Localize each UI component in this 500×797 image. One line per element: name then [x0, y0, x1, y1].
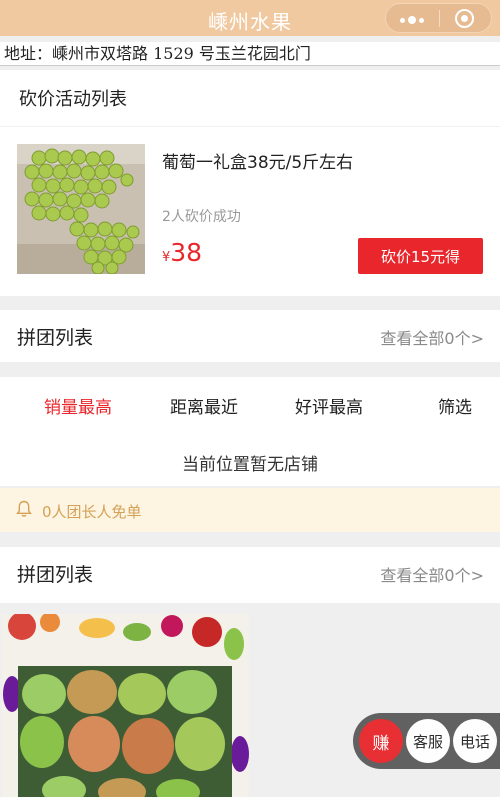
- bargain-success-count: 2人砍价成功: [162, 209, 241, 225]
- phone-button[interactable]: 电话: [453, 719, 497, 763]
- bargain-price: ¥38: [162, 238, 202, 267]
- price-value: 38: [170, 238, 203, 267]
- close-target-icon[interactable]: [455, 9, 474, 28]
- tab-best-rated[interactable]: 好评最高: [295, 393, 363, 418]
- floating-action-bar: 赚 客服 电话: [353, 713, 500, 769]
- customer-service-button[interactable]: 客服: [406, 719, 450, 763]
- bargain-product-name[interactable]: 葡萄一礼盒38元/5斤左右: [162, 148, 353, 173]
- notice-text: 0人团长人免单: [42, 503, 142, 521]
- top-nav-bar: 嵊州水果: [0, 0, 500, 36]
- group-list-title: 拼团列表: [17, 327, 94, 349]
- grape-product-image[interactable]: [17, 144, 145, 274]
- earn-button[interactable]: 赚: [359, 719, 403, 763]
- empty-shops-message: 当前位置暂无店铺: [182, 455, 318, 475]
- shop-address: 地址：嵊州市双塔路 1529 号玉兰花园北门: [0, 42, 500, 66]
- tab-filter[interactable]: 筛选: [438, 393, 472, 418]
- view-all-link-2[interactable]: 查看全部0个>: [380, 562, 484, 586]
- tab-nearest[interactable]: 距离最近: [170, 393, 238, 418]
- bargain-button[interactable]: 砍价15元得: [358, 238, 483, 274]
- group-leader-notice: 0人团长人免单: [0, 488, 500, 532]
- tab-sales-highest[interactable]: 销量最高: [44, 393, 112, 418]
- mini-program-capsule: [385, 3, 492, 33]
- group-list-title-2: 拼团列表: [17, 564, 94, 586]
- shop-sort-tabs: 销量最高 距离最近 好评最高 筛选 当前位置暂无店铺: [0, 377, 500, 486]
- more-icon[interactable]: [400, 16, 424, 24]
- capsule-divider: [439, 10, 440, 27]
- divider: [0, 126, 500, 127]
- view-all-link[interactable]: 查看全部0个>: [380, 325, 484, 349]
- group-list-header: 拼团列表 查看全部0个>: [0, 310, 500, 362]
- bell-icon: [16, 500, 32, 517]
- bargain-section-title: 砍价活动列表: [19, 89, 127, 110]
- apple-product-image[interactable]: [2, 614, 249, 797]
- group-list-header-2: 拼团列表 查看全部0个>: [0, 547, 500, 603]
